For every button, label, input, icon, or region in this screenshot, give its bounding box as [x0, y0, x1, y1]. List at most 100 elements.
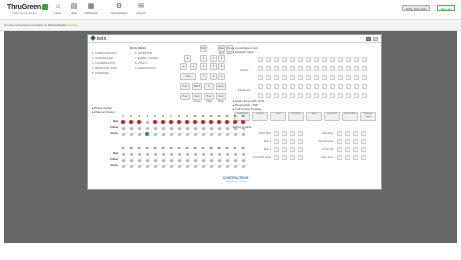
ring-cell[interactable] [337, 131, 342, 136]
detector-cell[interactable] [266, 84, 271, 89]
detector-cell[interactable] [314, 66, 319, 71]
ring-cell[interactable] [282, 139, 287, 144]
phase-indicator-off[interactable] [137, 158, 141, 162]
keypad-key[interactable]: 4 [200, 63, 207, 70]
phase-indicator-off[interactable] [225, 158, 229, 162]
detector-cell[interactable] [274, 84, 279, 89]
keypad-key[interactable]: 0 [204, 83, 214, 90]
phase-indicator-off[interactable] [209, 152, 213, 156]
detector-cell[interactable] [266, 66, 271, 71]
phase-indicator-off[interactable] [177, 158, 181, 162]
detector-cell[interactable] [266, 75, 271, 80]
phase-indicator-off[interactable] [209, 132, 213, 136]
keypad-key[interactable]: 1 [200, 55, 207, 62]
ring-cell[interactable] [290, 147, 295, 152]
phase-indicator-off[interactable] [121, 126, 125, 130]
phase-indicator-off[interactable] [217, 132, 221, 136]
phase-indicator-off[interactable] [121, 132, 125, 136]
phase-indicator-off[interactable] [121, 164, 125, 168]
detector-cell[interactable] [354, 84, 359, 89]
detector-cell[interactable] [306, 75, 311, 80]
detector-cell[interactable] [282, 93, 287, 98]
detector-cell[interactable] [298, 84, 303, 89]
ring-cell[interactable] [361, 139, 366, 144]
phase-indicator-off[interactable] [177, 164, 181, 168]
phase-indicator-red[interactable] [241, 120, 245, 124]
phase-indicator-green[interactable] [145, 132, 149, 136]
detector-cell[interactable] [362, 84, 367, 89]
phase-indicator-off[interactable] [177, 126, 181, 130]
phase-indicator-red[interactable] [225, 120, 229, 124]
detector-cell[interactable] [362, 57, 367, 62]
nav-dashboard[interactable]: ▦ Dashboard [83, 3, 99, 15]
detector-cell[interactable] [314, 57, 319, 62]
ring-cell[interactable] [274, 155, 279, 160]
phase-indicator-red[interactable] [209, 120, 213, 124]
phase-indicator-off[interactable] [153, 126, 157, 130]
keypad-key[interactable]: Clear [180, 73, 196, 80]
phase-indicator-off[interactable] [185, 132, 189, 136]
detector-cell[interactable] [354, 66, 359, 71]
phase-indicator-off[interactable] [201, 152, 205, 156]
phase-indicator-off[interactable] [129, 164, 133, 168]
phase-indicator-off[interactable] [169, 126, 173, 130]
panel-menu-icon[interactable] [366, 37, 371, 41]
ring-cell[interactable] [274, 139, 279, 144]
detector-cell[interactable] [346, 57, 351, 62]
phase-indicator-off[interactable] [241, 164, 245, 168]
detector-cell[interactable] [258, 75, 263, 80]
phase-indicator-off[interactable] [233, 152, 237, 156]
phase-indicator-off[interactable] [217, 152, 221, 156]
menu-item[interactable]: 7. EVENT / SCHED [135, 57, 158, 60]
detector-cell[interactable] [330, 75, 335, 80]
detector-cell[interactable] [298, 93, 303, 98]
phase-indicator-red[interactable] [129, 120, 133, 124]
phase-indicator-off[interactable] [225, 152, 229, 156]
detector-cell[interactable] [282, 57, 287, 62]
detector-cell[interactable] [258, 66, 263, 71]
detector-cell[interactable] [314, 84, 319, 89]
ring-cell[interactable] [361, 131, 366, 136]
ring-cell[interactable] [345, 139, 350, 144]
phase-indicator-off[interactable] [169, 164, 173, 168]
phase-indicator-off[interactable] [153, 132, 157, 136]
detector-cell[interactable] [290, 66, 295, 71]
phase-indicator-off[interactable] [185, 158, 189, 162]
detector-cell[interactable] [362, 66, 367, 71]
ring-cell[interactable] [337, 147, 342, 152]
phase-indicator-off[interactable] [241, 126, 245, 130]
phase-indicator-red[interactable] [161, 120, 165, 124]
phase-indicator-red[interactable] [193, 120, 197, 124]
phase-indicator-off[interactable] [233, 126, 237, 130]
phase-indicator-off[interactable] [209, 126, 213, 130]
phase-indicator-off[interactable] [169, 132, 173, 136]
ring-cell[interactable] [298, 131, 303, 136]
detector-cell[interactable] [346, 75, 351, 80]
detector-cell[interactable] [306, 84, 311, 89]
detector-cell[interactable] [330, 93, 335, 98]
phase-indicator-red[interactable] [233, 120, 237, 124]
phase-indicator-off[interactable] [225, 126, 229, 130]
ring-cell[interactable] [353, 139, 358, 144]
menu-item[interactable]: 4. DETECTOR / PED [92, 67, 117, 70]
detector-cell[interactable] [306, 66, 311, 71]
ring-cell[interactable] [298, 139, 303, 144]
cell-control-button[interactable]: Omit [270, 112, 286, 121]
keypad-key[interactable]: 5 [210, 63, 217, 70]
ring-cell[interactable] [274, 131, 279, 136]
keypad-key[interactable]: Prev [180, 93, 190, 100]
phase-indicator-off[interactable] [193, 164, 197, 168]
phase-indicator-red[interactable] [137, 120, 141, 124]
phase-indicator-off[interactable] [217, 158, 221, 162]
phase-indicator-off[interactable] [209, 158, 213, 162]
menu-item[interactable]: 2. CONTROLLER [92, 57, 113, 60]
phase-indicator-off[interactable] [233, 164, 237, 168]
phase-indicator-off[interactable] [225, 132, 229, 136]
detector-cell[interactable] [330, 66, 335, 71]
phase-indicator-off[interactable] [161, 164, 165, 168]
nav-administration[interactable]: ⚙ Administration [111, 3, 127, 15]
cell-control-button[interactable]: Hold [306, 112, 322, 121]
detector-cell[interactable] [354, 75, 359, 80]
detector-cell[interactable] [322, 57, 327, 62]
detector-cell[interactable] [322, 66, 327, 71]
